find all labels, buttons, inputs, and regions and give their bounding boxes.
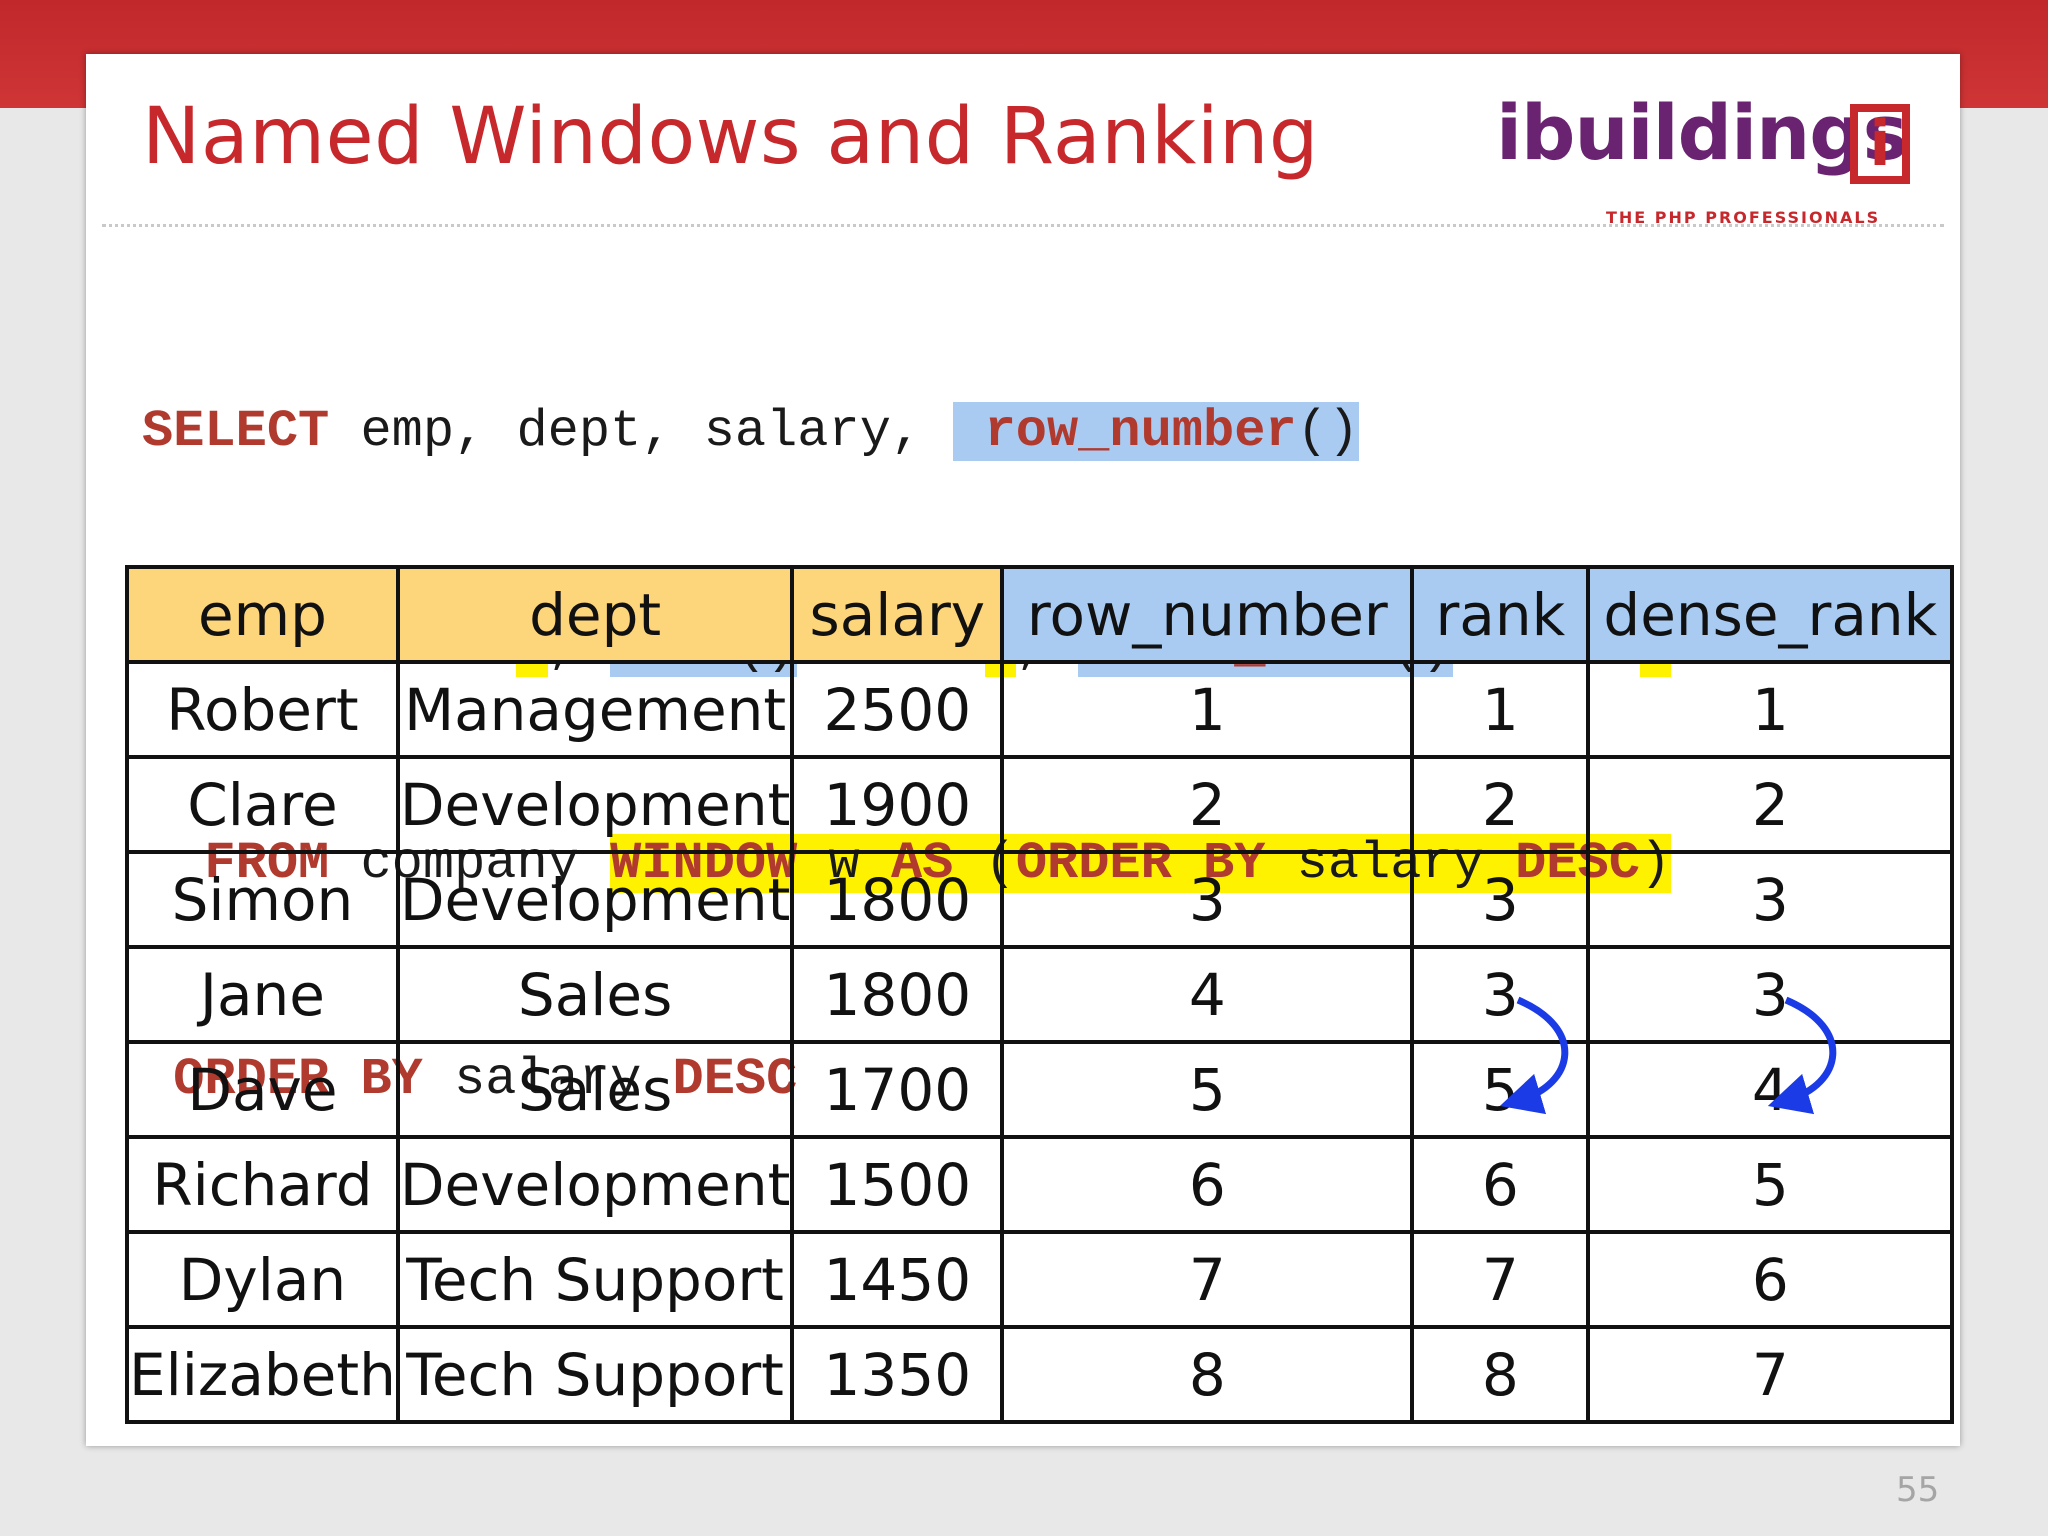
sql-function: row_number xyxy=(984,402,1297,461)
table-row: Dave Sales 1700 5 5 4 xyxy=(125,1040,1955,1139)
cell-dense-rank: 6 xyxy=(1586,1230,1955,1329)
ibuildings-logo: ibuildings i THE PHP PROFESSIONALS xyxy=(1496,88,1936,258)
cell-dept: Tech Support xyxy=(395,1325,795,1424)
cell-row-number: 1 xyxy=(1000,660,1415,759)
cell-salary: 2500 xyxy=(790,660,1005,759)
table-row: Clare Development 1900 2 2 2 xyxy=(125,755,1955,854)
cell-rank: 1 xyxy=(1410,660,1591,759)
logo-bracket-i: i xyxy=(1850,104,1910,184)
sql-text: () xyxy=(1296,402,1360,461)
slide-title: Named Windows and Ranking xyxy=(142,92,1319,182)
header-dept: dept xyxy=(395,565,795,664)
header-emp: emp xyxy=(125,565,400,664)
cell-row-number: 6 xyxy=(1000,1135,1415,1234)
sql-text: emp, dept, salary, xyxy=(329,402,954,461)
cell-dept: Development xyxy=(395,850,795,949)
cell-dept: Sales xyxy=(395,1040,795,1139)
cell-emp: Dylan xyxy=(125,1230,400,1329)
table-row: Dylan Tech Support 1450 7 7 6 xyxy=(125,1230,1955,1329)
cell-dense-rank: 7 xyxy=(1586,1325,1955,1424)
ranking-table: emp dept salary row_number rank dense_ra… xyxy=(125,565,1955,1424)
cell-emp: Elizabeth xyxy=(125,1325,400,1424)
cell-emp: Richard xyxy=(125,1135,400,1234)
table-header-row: emp dept salary row_number rank dense_ra… xyxy=(125,565,1955,664)
cell-dept: Development xyxy=(395,755,795,854)
header-row-number: row_number xyxy=(1000,565,1415,664)
cell-row-number: 3 xyxy=(1000,850,1415,949)
cell-dense-rank: 1 xyxy=(1586,660,1955,759)
table-row: Jane Sales 1800 4 3 3 xyxy=(125,945,1955,1044)
cell-emp: Jane xyxy=(125,945,400,1044)
table-row: Simon Development 1800 3 3 3 xyxy=(125,850,1955,949)
cell-rank: 8 xyxy=(1410,1325,1591,1424)
table-row: Robert Management 2500 1 1 1 xyxy=(125,660,1955,759)
cell-dept: Management xyxy=(395,660,795,759)
sql-line-1: SELECT emp, dept, salary, row_number() xyxy=(142,396,1671,468)
cell-emp: Simon xyxy=(125,850,400,949)
logo-wordmark: ibuildings xyxy=(1496,88,1908,177)
cell-emp: Clare xyxy=(125,755,400,854)
cell-row-number: 7 xyxy=(1000,1230,1415,1329)
cell-row-number: 8 xyxy=(1000,1325,1415,1424)
cell-salary: 1350 xyxy=(790,1325,1005,1424)
cell-dept: Tech Support xyxy=(395,1230,795,1329)
header-dense-rank: dense_rank xyxy=(1586,565,1955,664)
cell-row-number: 4 xyxy=(1000,945,1415,1044)
cell-row-number: 5 xyxy=(1000,1040,1415,1139)
cell-emp: Robert xyxy=(125,660,400,759)
cell-dense-rank: 3 xyxy=(1586,945,1955,1044)
cell-salary: 1500 xyxy=(790,1135,1005,1234)
header-rank: rank xyxy=(1410,565,1591,664)
cell-dense-rank: 2 xyxy=(1586,755,1955,854)
cell-rank: 3 xyxy=(1410,945,1591,1044)
title-divider xyxy=(102,224,1944,227)
cell-emp: Dave xyxy=(125,1040,400,1139)
cell-rank: 2 xyxy=(1410,755,1591,854)
cell-salary: 1800 xyxy=(790,945,1005,1044)
table-row: Elizabeth Tech Support 1350 8 8 7 xyxy=(125,1325,1955,1424)
cell-rank: 6 xyxy=(1410,1135,1591,1234)
cell-salary: 1900 xyxy=(790,755,1005,854)
table-row: Richard Development 1500 6 6 5 xyxy=(125,1135,1955,1234)
cell-dense-rank: 3 xyxy=(1586,850,1955,949)
header-salary: salary xyxy=(790,565,1005,664)
cell-dept: Development xyxy=(395,1135,795,1234)
cell-dept: Sales xyxy=(395,945,795,1044)
cell-rank: 3 xyxy=(1410,850,1591,949)
cell-row-number: 2 xyxy=(1000,755,1415,854)
slide: Named Windows and Ranking ibuildings i T… xyxy=(86,54,1960,1446)
page-number: 55 xyxy=(1896,1470,1940,1510)
cell-rank: 7 xyxy=(1410,1230,1591,1329)
cell-salary: 1800 xyxy=(790,850,1005,949)
cell-dense-rank: 4 xyxy=(1586,1040,1955,1139)
cell-rank: 5 xyxy=(1410,1040,1591,1139)
sql-row-number-call: row_number() xyxy=(953,402,1360,461)
cell-dense-rank: 5 xyxy=(1586,1135,1955,1234)
sql-keyword: SELECT xyxy=(142,402,330,461)
cell-salary: 1450 xyxy=(790,1230,1005,1329)
cell-salary: 1700 xyxy=(790,1040,1005,1139)
